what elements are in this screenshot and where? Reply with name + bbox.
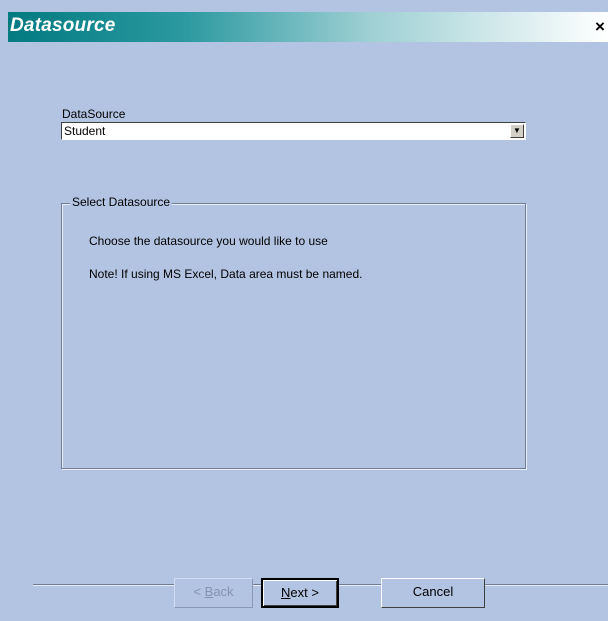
excel-note-text: Note! If using MS Excel, Data area must …	[89, 267, 363, 281]
datasource-dropdown[interactable]: Student ▼	[61, 122, 526, 140]
dialog-title: Datasource	[10, 15, 116, 36]
title-bar[interactable]: Datasource ×	[8, 12, 608, 42]
back-prefix: <	[193, 584, 205, 599]
datasource-dialog: Datasource × DataSource Student ▼ Select…	[0, 0, 608, 621]
datasource-selected-value: Student	[64, 124, 106, 138]
dropdown-arrow-icon[interactable]: ▼	[510, 124, 524, 138]
next-button[interactable]: Next >	[261, 578, 339, 608]
instruction-text: Choose the datasource you would like to …	[89, 234, 328, 248]
next-mnemonic: N	[281, 585, 291, 600]
back-rest: ack	[213, 584, 234, 599]
cancel-button[interactable]: Cancel	[381, 578, 485, 608]
group-legend: Select Datasource	[70, 195, 173, 209]
next-rest: ext >	[290, 585, 319, 600]
select-datasource-group: Select Datasource Choose the datasource …	[61, 195, 526, 469]
datasource-label: DataSource	[62, 107, 126, 121]
close-icon[interactable]: ×	[592, 17, 608, 37]
back-button[interactable]: < Back	[174, 578, 253, 608]
